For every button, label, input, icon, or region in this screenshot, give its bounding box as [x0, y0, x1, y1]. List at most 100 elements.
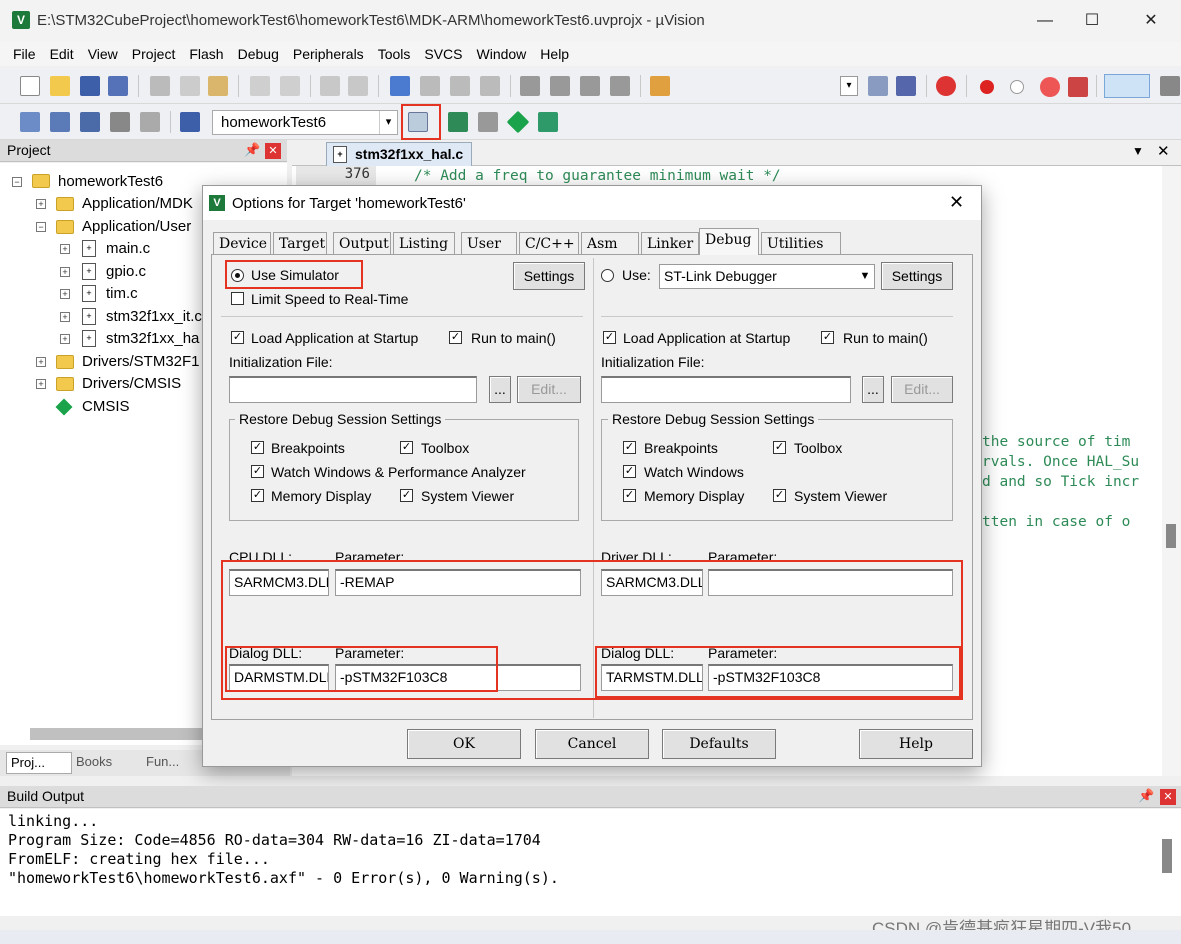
defaults-button[interactable]: Defaults	[662, 729, 776, 759]
dialog-close-icon[interactable]: ✕	[949, 192, 964, 213]
expand-icon[interactable]: +	[60, 312, 70, 322]
tab-functions[interactable]: Fun...	[146, 754, 179, 769]
bookmark-icon[interactable]	[390, 76, 410, 96]
open-folder-icon[interactable]	[50, 76, 70, 96]
new-file-icon[interactable]	[20, 76, 40, 96]
collapse-icon[interactable]: −	[12, 177, 22, 187]
system-viewer-checkbox[interactable]: ✓	[400, 489, 413, 502]
panel-close-icon[interactable]: ✕	[265, 143, 281, 159]
tab-user[interactable]: User	[461, 232, 517, 254]
breakpoints-checkbox[interactable]: ✓	[251, 441, 264, 454]
menu-help[interactable]: Help	[533, 42, 576, 66]
build-icon[interactable]	[50, 112, 70, 132]
expand-icon[interactable]: +	[36, 199, 46, 209]
menu-file[interactable]: File	[6, 42, 43, 66]
build-output-text[interactable]: linking... Program Size: Code=4856 RO-da…	[0, 809, 1181, 916]
hw-init-file-browse-button[interactable]: ...	[862, 376, 884, 403]
debugger-select[interactable]: ST-Link Debugger ▼	[659, 264, 875, 289]
menu-svcs[interactable]: SVCS	[417, 42, 469, 66]
manage-rte-icon[interactable]	[538, 112, 558, 132]
cut-icon[interactable]	[150, 76, 170, 96]
pack-installer-icon[interactable]	[506, 110, 530, 134]
horizontal-scrollbar[interactable]	[30, 728, 210, 740]
init-file-input[interactable]	[229, 376, 477, 403]
tab-asm[interactable]: Asm	[581, 232, 639, 254]
expand-icon[interactable]: +	[60, 289, 70, 299]
stop-build-icon[interactable]	[140, 112, 160, 132]
redo-icon[interactable]	[280, 76, 300, 96]
menu-view[interactable]: View	[81, 42, 125, 66]
expand-icon[interactable]: +	[36, 357, 46, 367]
panel-close-icon[interactable]: ✕	[1160, 789, 1176, 805]
pin-icon[interactable]: 📌	[244, 142, 260, 158]
tab-listing[interactable]: Listing	[393, 232, 455, 254]
close-button[interactable]: ✕	[1128, 6, 1174, 36]
hw-init-file-edit-button[interactable]: Edit...	[891, 376, 953, 403]
use-debugger-radio[interactable]	[601, 269, 614, 282]
maximize-button[interactable]: ☐	[1069, 6, 1115, 36]
find-icon[interactable]	[868, 76, 888, 96]
help-button[interactable]: Help	[859, 729, 973, 759]
limit-speed-checkbox[interactable]	[231, 292, 244, 305]
debugger-settings-button[interactable]: Settings	[881, 262, 953, 290]
close-tab-icon[interactable]: ✕	[1157, 142, 1170, 160]
tab-list-chevron-icon[interactable]: ▼	[1132, 144, 1144, 158]
find-in-files-icon[interactable]	[650, 76, 670, 96]
manage-project-items-icon[interactable]	[448, 112, 468, 132]
memory-display-checkbox[interactable]: ✓	[251, 489, 264, 502]
configure-icon[interactable]	[1160, 76, 1180, 96]
hw-run-to-main-checkbox[interactable]: ✓	[821, 331, 834, 344]
comment-icon[interactable]	[580, 76, 600, 96]
disable-all-breakpoints-icon[interactable]	[1040, 77, 1060, 97]
menu-window[interactable]: Window	[470, 42, 534, 66]
tab-output[interactable]: Output	[333, 232, 391, 254]
hw-memory-display-checkbox[interactable]: ✓	[623, 489, 636, 502]
find-dropdown-arrow-icon[interactable]: ▾	[840, 76, 858, 96]
hw-load-app-checkbox[interactable]: ✓	[603, 331, 616, 344]
tab-device[interactable]: Device	[213, 232, 271, 254]
scrollbar-thumb[interactable]	[1166, 524, 1176, 548]
load-app-checkbox[interactable]: ✓	[231, 331, 244, 344]
hw-init-file-input[interactable]	[601, 376, 851, 403]
simulator-settings-button[interactable]: Settings	[513, 262, 585, 290]
undo-icon[interactable]	[250, 76, 270, 96]
copy-icon[interactable]	[180, 76, 200, 96]
insert-breakpoint-icon[interactable]	[980, 80, 994, 94]
hw-toolbox-checkbox[interactable]: ✓	[773, 441, 786, 454]
tab-target[interactable]: Target	[273, 232, 327, 254]
select-packs-icon[interactable]	[478, 112, 498, 132]
tab-debug[interactable]: Debug	[699, 228, 759, 255]
menu-flash[interactable]: Flash	[182, 42, 230, 66]
tab-books[interactable]: Books	[76, 754, 112, 769]
indent-icon[interactable]	[520, 76, 540, 96]
hw-system-viewer-checkbox[interactable]: ✓	[773, 489, 786, 502]
ok-button[interactable]: OK	[407, 729, 521, 759]
expand-icon[interactable]: +	[60, 267, 70, 277]
incremental-find-icon[interactable]	[896, 76, 916, 96]
translate-icon[interactable]	[20, 112, 40, 132]
rebuild-icon[interactable]	[80, 112, 100, 132]
menu-edit[interactable]: Edit	[43, 42, 81, 66]
unindent-icon[interactable]	[550, 76, 570, 96]
menu-tools[interactable]: Tools	[371, 42, 418, 66]
target-select[interactable]: homeworkTest6 ▾	[212, 110, 398, 135]
tab-project[interactable]: Proj...	[6, 752, 72, 774]
start-debug-icon[interactable]	[936, 76, 956, 96]
expand-icon[interactable]: +	[60, 244, 70, 254]
pin-icon[interactable]: 📌	[1138, 788, 1154, 804]
nav-forward-icon[interactable]	[348, 76, 368, 96]
cancel-button[interactable]: Cancel	[535, 729, 649, 759]
init-file-edit-button[interactable]: Edit...	[517, 376, 581, 403]
disable-breakpoint-icon[interactable]	[1010, 80, 1024, 94]
save-all-icon[interactable]	[108, 76, 128, 96]
menu-debug[interactable]: Debug	[231, 42, 286, 66]
tab-c-cpp[interactable]: C/C++	[519, 232, 579, 254]
tab-stm32f1xx-hal-c[interactable]: + stm32f1xx_hal.c	[326, 142, 472, 166]
tab-utilities[interactable]: Utilities	[761, 232, 841, 254]
nav-back-icon[interactable]	[320, 76, 340, 96]
output-scrollbar-thumb[interactable]	[1162, 839, 1172, 873]
toolbox-checkbox[interactable]: ✓	[400, 441, 413, 454]
hw-breakpoints-checkbox[interactable]: ✓	[623, 441, 636, 454]
prev-bookmark-icon[interactable]	[420, 76, 440, 96]
editor-vertical-scrollbar[interactable]	[1162, 166, 1181, 776]
